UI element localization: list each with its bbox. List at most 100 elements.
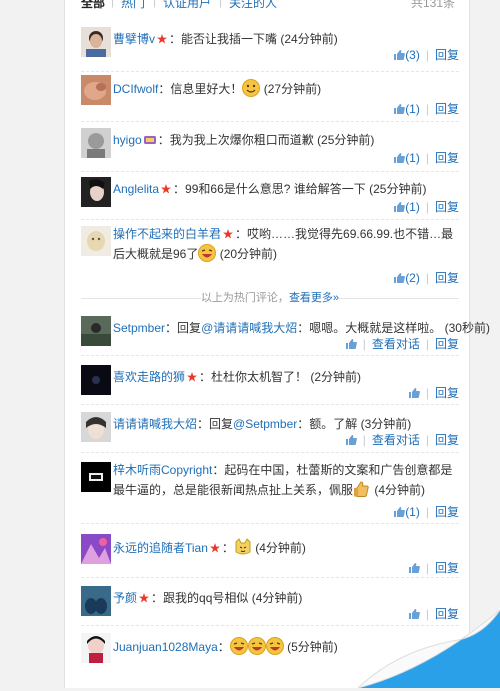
thumbs-up-emoji-icon <box>353 480 371 498</box>
comment-time: (24分钟前) <box>280 32 338 46</box>
cat-emoji-icon <box>234 538 252 556</box>
comment-divider <box>81 121 459 122</box>
vip-star-icon <box>139 591 150 603</box>
avatar[interactable] <box>81 226 111 256</box>
tab-verified[interactable]: 认证用户 <box>163 0 211 11</box>
avatar[interactable] <box>81 177 111 207</box>
avatar[interactable] <box>81 27 111 57</box>
vip-star-icon <box>161 182 172 194</box>
comment-username[interactable]: 操作不起来的白羊君 <box>113 227 221 241</box>
comment-filter-tabs: 全部 | 热门 | 认证用户 | 关注的人 共131条 <box>81 0 461 14</box>
like-button[interactable] <box>408 561 420 575</box>
comment-username[interactable]: 梓木听雨Copyright <box>113 463 212 477</box>
hot-comment-item: 操作不起来的白羊君 ：哎哟……我觉得先69.66.99.也不错…最后大概就是96了… <box>81 226 459 286</box>
comment-username[interactable]: hyigo <box>113 133 142 147</box>
avatar[interactable] <box>81 586 111 616</box>
comment-time: (3分钟前) <box>360 417 412 431</box>
comment-time: (2分钟前) <box>310 370 362 384</box>
reply-button[interactable]: 回复 <box>435 48 459 62</box>
comment-divider <box>81 171 459 172</box>
avatar[interactable] <box>81 365 111 395</box>
view-thread-button[interactable]: 查看对话 <box>372 433 420 447</box>
laughing-emoji-icon <box>265 637 284 655</box>
comment-item: Setpmber：回复@请请请喊我大炤：嗯嗯。大概就是这样啦。 (30秒前) |… <box>81 316 490 351</box>
reply-button[interactable]: 回复 <box>435 505 459 519</box>
reply-button[interactable]: 回复 <box>435 386 459 400</box>
view-more-link[interactable]: 查看更多» <box>289 292 339 304</box>
tab-following[interactable]: 关注的人 <box>229 0 277 11</box>
avatar[interactable] <box>81 462 111 492</box>
reply-button[interactable]: 回复 <box>435 337 459 351</box>
mention-link[interactable]: @Setpmber <box>233 417 297 431</box>
reply-button[interactable]: 回复 <box>435 200 459 214</box>
like-button[interactable]: (1) <box>393 151 420 165</box>
comment-username[interactable]: 喜欢走路的狮 <box>113 370 185 384</box>
comment-item: 喜欢走路的狮 ：杜杜你太机智了！ (2分钟前) | 回复 <box>81 365 459 400</box>
action-separator: | <box>425 386 429 400</box>
avatar[interactable] <box>81 316 111 346</box>
tab-all[interactable]: 全部 <box>81 0 105 11</box>
comment-username[interactable]: DCIfwolf <box>113 82 158 96</box>
action-separator: | <box>362 337 366 351</box>
like-button[interactable] <box>345 337 357 351</box>
reply-button[interactable]: 回复 <box>435 151 459 165</box>
tab-hot[interactable]: 热门 <box>121 0 145 11</box>
reply-prefix: 回复 <box>209 417 234 431</box>
avatar[interactable] <box>81 412 111 442</box>
comment-username[interactable]: 永远的追随者Tian <box>113 541 208 555</box>
action-separator: | <box>362 433 366 447</box>
like-count: (1) <box>405 102 420 116</box>
thumbs-up-icon <box>393 103 406 115</box>
comment-username[interactable]: Anglelita <box>113 182 159 196</box>
tab-separator: | <box>111 0 115 8</box>
comment-username[interactable]: Juanjuan1028Maya <box>113 640 218 654</box>
action-separator: | <box>425 337 429 351</box>
like-button[interactable]: (1) <box>393 505 420 519</box>
page-curl-decoration <box>356 609 500 689</box>
view-thread-button[interactable]: 查看对话 <box>372 337 420 351</box>
reply-button[interactable]: 回复 <box>435 102 459 116</box>
action-separator: | <box>425 102 429 116</box>
comment-time: (5分钟前) <box>287 640 338 654</box>
comment-time: (4分钟前) <box>255 541 306 555</box>
like-button[interactable]: (3) <box>393 48 420 62</box>
comment-text: 信息里好大！ <box>170 82 243 96</box>
hot-comment-item: Anglelita ：99和66是什么意思? 谁给解答一下 (25分钟前) (1)… <box>81 177 459 219</box>
thumbs-up-icon <box>408 562 420 574</box>
avatar[interactable] <box>81 128 111 158</box>
like-button[interactable]: (1) <box>393 102 420 116</box>
thumbs-up-icon <box>408 387 420 399</box>
reply-button[interactable]: 回复 <box>435 561 459 575</box>
avatar[interactable] <box>81 534 111 564</box>
smile-emoji-icon <box>242 79 261 97</box>
comment-divider <box>81 523 459 524</box>
action-separator: | <box>425 505 429 519</box>
like-count: (3) <box>405 48 420 62</box>
like-button[interactable]: (2) <box>393 271 420 285</box>
comment-username[interactable]: Setpmber <box>113 321 165 335</box>
reply-button[interactable]: 回复 <box>435 433 459 447</box>
vip-star-icon <box>187 370 198 382</box>
avatar[interactable] <box>81 633 111 663</box>
comment-time: (4分钟前) <box>374 483 426 497</box>
thumbs-up-icon <box>393 272 406 284</box>
action-separator: | <box>425 271 429 285</box>
comment-divider <box>81 355 459 356</box>
comment-text: 杜杜你太机智了！ <box>211 370 308 384</box>
comment-username[interactable]: 曹擘博v <box>113 32 155 46</box>
like-count: (1) <box>405 505 420 519</box>
comment-divider <box>81 577 459 578</box>
reply-button[interactable]: 回复 <box>435 271 459 285</box>
comment-text: 额。了解 <box>309 417 358 431</box>
mention-link[interactable]: @请请请喊我大炤 <box>201 321 297 335</box>
like-button[interactable] <box>408 386 420 400</box>
like-button[interactable]: (1) <box>393 200 420 214</box>
laughing-emoji-icon <box>198 244 217 262</box>
hot-comment-item: hyigo ：我为我上次爆你粗口而道歉 (25分钟前) (1) | 回复 <box>81 128 459 170</box>
avatar[interactable] <box>81 75 111 105</box>
vip-star-icon <box>209 541 220 553</box>
comment-username[interactable]: 予颜 <box>113 591 137 605</box>
comment-username[interactable]: 请请请喊我大炤 <box>113 417 197 431</box>
thumbs-up-icon <box>393 49 406 61</box>
like-button[interactable] <box>345 433 357 447</box>
